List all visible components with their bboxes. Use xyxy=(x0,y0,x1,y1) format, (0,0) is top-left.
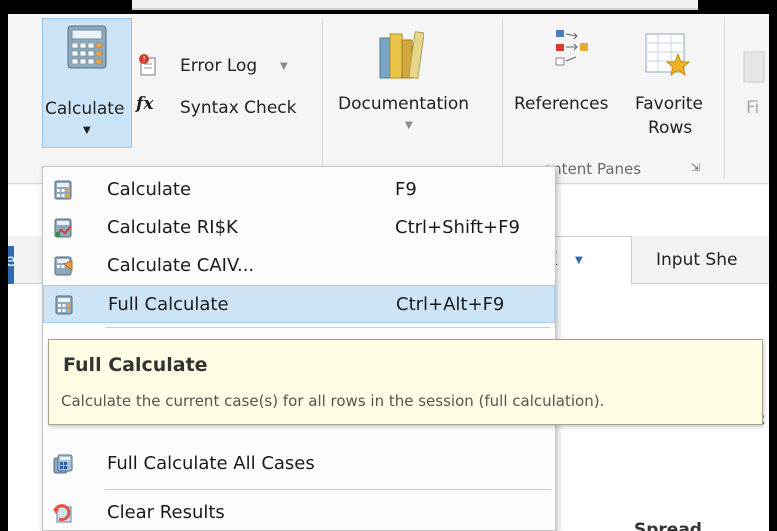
documentation-icon xyxy=(379,31,424,80)
menu-item-full-calculate[interactable]: Full Calculate Ctrl+Alt+F9 xyxy=(43,285,555,323)
tab-input-sheet[interactable]: Input She xyxy=(656,250,737,270)
menu-item-shortcut: Ctrl+Shift+F9 xyxy=(395,217,520,238)
calculate-label: Calculate xyxy=(45,99,125,119)
menu-item-shortcut: F9 xyxy=(395,179,417,200)
error-log-icon: ! xyxy=(139,54,156,76)
ribbon-divider xyxy=(322,18,323,180)
calculate-caiv-icon xyxy=(54,256,73,276)
menu-item-label: Calculate xyxy=(107,179,192,200)
syntax-check-button[interactable]: Syntax Check xyxy=(180,98,296,118)
menu-item-calculate[interactable]: Calculate F9 xyxy=(43,171,555,209)
tooltip-description: Calculate the current case(s) for all ro… xyxy=(61,392,605,410)
documentation-dropdown-icon[interactable]: ▼ xyxy=(405,120,413,131)
window-top-strip xyxy=(0,0,777,14)
clear-results-icon xyxy=(53,504,72,523)
error-log-button[interactable]: Error Log xyxy=(180,56,257,76)
menu-item-label: Calculate CAIV... xyxy=(107,255,255,276)
favorite-rows-label-line1[interactable]: Favorite xyxy=(635,94,703,114)
menu-item-label: Full Calculate xyxy=(108,294,229,315)
cut-off-button-label[interactable]: Fi xyxy=(746,98,759,118)
menu-item-label: Clear Results xyxy=(107,502,225,523)
menu-item-calculate-risk[interactable]: Calculate RI$K Ctrl+Shift+F9 xyxy=(43,209,555,247)
full-calculate-all-icon xyxy=(53,454,73,474)
dialog-launcher-icon[interactable]: ⇲ xyxy=(691,161,700,174)
left-tab-fragment: e xyxy=(8,251,16,271)
error-log-dropdown-icon[interactable]: ▼ xyxy=(280,61,288,72)
full-calculate-icon xyxy=(55,295,73,315)
ribbon-divider xyxy=(724,18,725,180)
menu-separator xyxy=(105,489,551,490)
spread-header: Spread xyxy=(634,520,702,531)
documentation-button[interactable]: Documentation xyxy=(338,94,469,114)
calculator-icon xyxy=(54,180,72,200)
full-calculate-tooltip: Full Calculate Calculate the current cas… xyxy=(48,339,763,425)
menu-item-full-calculate-all-cases[interactable]: Full Calculate All Cases xyxy=(43,445,555,483)
menu-item-clear-results[interactable]: Clear Results xyxy=(43,494,555,531)
app-window: Calculate ▼ ! Error Log ▼ fx Syntax Chec… xyxy=(8,14,769,531)
ribbon: Calculate ▼ ! Error Log ▼ fx Syntax Chec… xyxy=(8,14,769,184)
references-icon xyxy=(555,30,588,66)
tooltip-title: Full Calculate xyxy=(63,354,208,376)
content-panes-group-label: ontent Panes xyxy=(543,160,642,178)
tab-dropdown-icon[interactable]: ▼ xyxy=(575,255,583,266)
references-button[interactable]: References xyxy=(514,94,608,114)
menu-item-shortcut: Ctrl+Alt+F9 xyxy=(396,294,505,315)
calculate-button[interactable]: Calculate ▼ xyxy=(42,18,132,148)
calculate-risk-icon xyxy=(54,218,72,238)
title-bar-fragment xyxy=(132,0,698,10)
menu-item-calculate-caiv[interactable]: Calculate CAIV... xyxy=(43,247,555,285)
favorite-rows-icon xyxy=(645,33,690,77)
chevron-down-icon: ▼ xyxy=(83,125,91,136)
ribbon-divider xyxy=(502,18,503,180)
faded-icon xyxy=(743,51,765,83)
calculator-icon xyxy=(67,25,107,69)
menu-item-label: Full Calculate All Cases xyxy=(107,453,315,474)
favorite-rows-label-line2[interactable]: Rows xyxy=(648,118,692,138)
svg-text:!: ! xyxy=(143,55,146,64)
fx-icon: fx xyxy=(136,94,154,114)
menu-separator xyxy=(105,327,551,328)
menu-item-label: Calculate RI$K xyxy=(107,217,238,238)
